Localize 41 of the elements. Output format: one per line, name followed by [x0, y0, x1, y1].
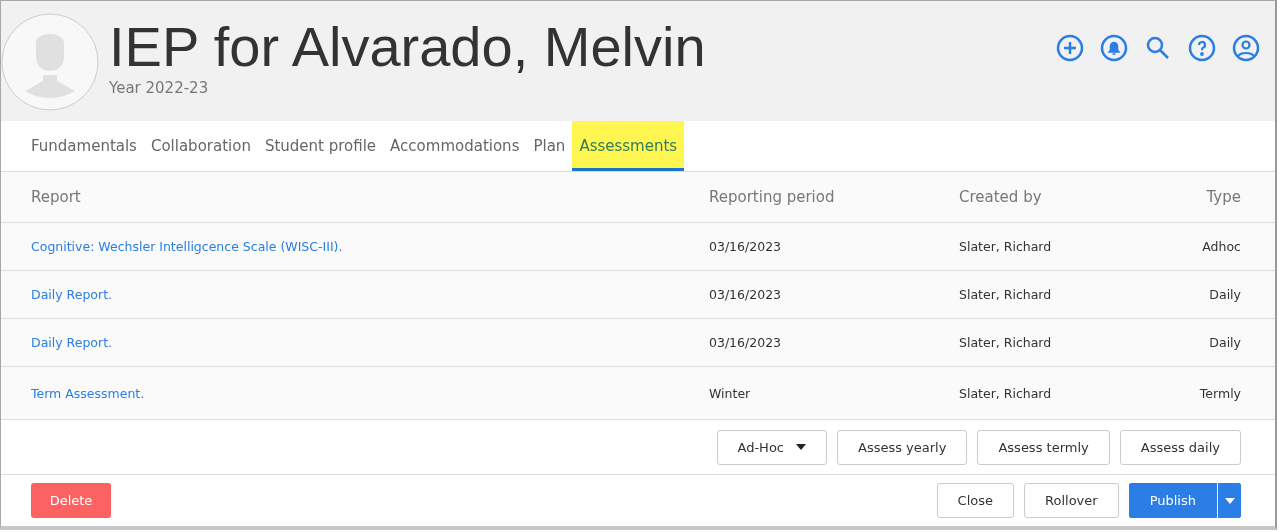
tab[interactable]: Student profile [257, 121, 384, 171]
table-cell-text: Daily [1208, 287, 1241, 302]
tab[interactable]: Fundamentals [24, 121, 144, 171]
table-cell-text: Slater, Richard [959, 239, 1053, 254]
caret-icon [796, 444, 806, 450]
publish-menu-button[interactable] [1217, 483, 1241, 518]
table-cell-text: Slater, Richard [959, 385, 1053, 401]
assess-button[interactable]: Assess yearly [837, 429, 968, 465]
table-cell-text: 03/16/2023 [709, 287, 783, 302]
rollover-button[interactable]: Rollover [1024, 483, 1119, 518]
table-cell-text: Slater, Richard [959, 287, 1053, 302]
table-cell-text: Slater, Richard [959, 335, 1053, 350]
year-label: Year 2022-23 [109, 79, 210, 97]
caret-icon [1224, 497, 1235, 504]
tab[interactable]: Plan [526, 121, 573, 171]
user-icon[interactable] [1231, 33, 1261, 63]
table-cell-text: 03/16/2023 [709, 239, 783, 254]
table-cell-text: Daily [1208, 335, 1241, 350]
help-icon[interactable] [1187, 33, 1217, 63]
assess-button[interactable]: Assess termly [977, 429, 1110, 465]
tab[interactable]: Collaboration [143, 121, 258, 171]
add-icon[interactable] [1055, 33, 1085, 63]
table-cell-text: Termly [1198, 385, 1241, 401]
report-link[interactable]: Daily Report. [31, 335, 709, 350]
assess-button[interactable]: Assess daily [1119, 429, 1241, 465]
tab[interactable]: Accommodations [383, 121, 527, 171]
page-title: IEP for Alvarado, Melvin [109, 15, 706, 79]
report-link[interactable]: Daily Report. [31, 287, 709, 302]
dropdown-button[interactable]: Ad-Hoc [716, 429, 827, 465]
table-cell-text: Adhoc [1201, 239, 1241, 254]
report-link[interactable]: Cognitive: Wechsler Intelligcence Scale (WISC-III). [31, 239, 709, 254]
bell-icon[interactable] [1099, 33, 1129, 63]
column-header: Reporting period [709, 188, 836, 206]
table-cell-text: 03/16/2023 [709, 335, 783, 350]
column-header: Created by [959, 188, 1043, 206]
report-link[interactable]: Term Assessment. [31, 385, 709, 401]
tab[interactable]: Assessments [572, 121, 685, 171]
column-header: Report [31, 188, 82, 206]
column-header: Type [1205, 188, 1241, 206]
close-button[interactable]: Close [936, 483, 1015, 518]
table-cell-text: Winter [709, 385, 752, 401]
